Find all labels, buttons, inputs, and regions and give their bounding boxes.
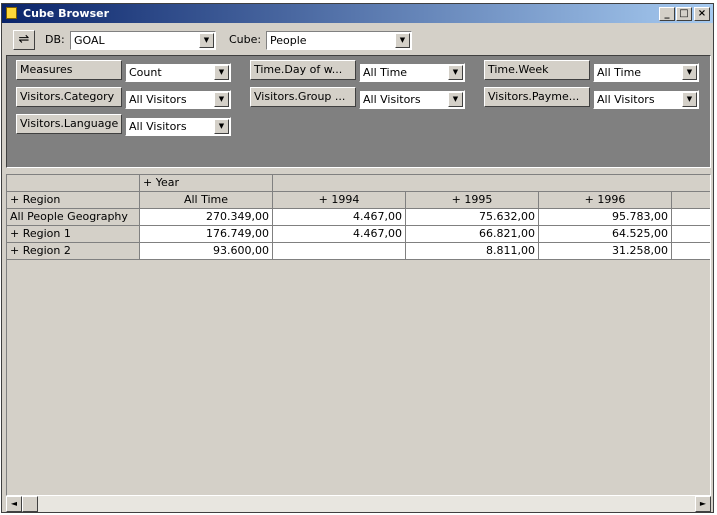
pivot-grid: + Year + Region All Time + 1994 + 1995 +… xyxy=(6,174,711,496)
filter-select-time-day-of-week[interactable]: All Time ▼ xyxy=(359,63,465,82)
chevron-down-icon[interactable]: ▼ xyxy=(448,92,463,107)
table-cell[interactable]: 4.467,00 xyxy=(273,209,406,226)
table-cell[interactable]: 8.811,00 xyxy=(406,243,539,260)
chevron-down-icon[interactable]: ▼ xyxy=(199,33,214,48)
scrollbar-thumb[interactable] xyxy=(22,496,38,512)
filter-value: All Visitors xyxy=(129,93,187,106)
table-cell[interactable]: 31.258,00 xyxy=(539,243,672,260)
corner-cell xyxy=(7,175,140,192)
window-title: Cube Browser xyxy=(23,7,110,20)
db-select[interactable]: GOAL ▼ xyxy=(70,31,216,50)
row-dimension-region[interactable]: + Region xyxy=(7,192,140,209)
chevron-down-icon[interactable]: ▼ xyxy=(448,65,463,80)
filter-select-visitors-category[interactable]: All Visitors ▼ xyxy=(125,90,231,109)
db-select-value: GOAL xyxy=(74,34,105,47)
title-bar[interactable]: Cube Browser _ □ × xyxy=(2,4,713,23)
table-cell[interactable]: 176.749,00 xyxy=(140,226,273,243)
table-cell[interactable]: 64.525,00 xyxy=(539,226,672,243)
close-button[interactable]: × xyxy=(694,7,710,21)
chevron-down-icon[interactable]: ▼ xyxy=(214,65,229,80)
chevron-down-icon[interactable]: ▼ xyxy=(682,92,697,107)
scroll-right-icon[interactable]: ► xyxy=(695,496,711,512)
filter-value: All Visitors xyxy=(129,120,187,133)
row-header-region-2[interactable]: + Region 2 xyxy=(7,243,140,260)
filter-dimension-time-week[interactable]: Time.Week xyxy=(484,60,590,80)
filter-value: All Visitors xyxy=(597,93,655,106)
column-dimension-year[interactable]: + Year xyxy=(140,175,273,192)
connect-button[interactable]: ⇌ xyxy=(13,30,35,50)
db-label: DB: xyxy=(45,33,65,46)
table-cell-overflow xyxy=(672,243,710,260)
filter-dimension-visitors-payment[interactable]: Visitors.Payme... xyxy=(484,87,590,107)
filter-select-visitors-payment[interactable]: All Visitors ▼ xyxy=(593,90,699,109)
table-cell-overflow xyxy=(672,209,710,226)
table-cell[interactable]: 270.349,00 xyxy=(140,209,273,226)
table-cell[interactable]: 93.600,00 xyxy=(140,243,273,260)
table-cell[interactable]: 95.783,00 xyxy=(539,209,672,226)
column-header-all-time[interactable]: All Time xyxy=(140,192,273,209)
cube-browser-window: Cube Browser _ □ × ⇌ DB: GOAL ▼ Cube: Pe… xyxy=(1,3,714,513)
scroll-left-icon[interactable]: ◄ xyxy=(6,496,22,512)
filter-select-measures[interactable]: Count ▼ xyxy=(125,63,231,82)
cube-app-icon xyxy=(6,7,17,19)
filter-value: Count xyxy=(129,66,162,79)
toolbar: ⇌ DB: GOAL ▼ Cube: People ▼ xyxy=(2,26,713,54)
table-cell[interactable]: 4.467,00 xyxy=(273,226,406,243)
horizontal-scrollbar[interactable]: ◄ ► xyxy=(6,496,711,512)
cube-label: Cube: xyxy=(229,33,262,46)
filter-dimension-time-day-of-week[interactable]: Time.Day of w... xyxy=(250,60,356,80)
column-header-spacer xyxy=(273,175,710,192)
minimize-button[interactable]: _ xyxy=(659,7,675,21)
chevron-down-icon[interactable]: ▼ xyxy=(682,65,697,80)
filter-dimension-visitors-category[interactable]: Visitors.Category xyxy=(16,87,122,107)
table-cell[interactable]: 66.821,00 xyxy=(406,226,539,243)
filter-panel: Measures Count ▼ Time.Day of w... All Ti… xyxy=(6,55,711,168)
filter-dimension-visitors-language[interactable]: Visitors.Language xyxy=(16,114,122,134)
table-cell[interactable]: 75.632,00 xyxy=(406,209,539,226)
maximize-button[interactable]: □ xyxy=(676,7,692,21)
column-header-overflow xyxy=(672,192,710,209)
column-header-1996[interactable]: + 1996 xyxy=(539,192,672,209)
chevron-down-icon[interactable]: ▼ xyxy=(214,92,229,107)
filter-value: All Visitors xyxy=(363,93,421,106)
filter-select-visitors-group[interactable]: All Visitors ▼ xyxy=(359,90,465,109)
filter-select-visitors-language[interactable]: All Visitors ▼ xyxy=(125,117,231,136)
connect-icon: ⇌ xyxy=(18,32,30,47)
row-header-all-people-geography[interactable]: All People Geography xyxy=(7,209,140,226)
column-header-1995[interactable]: + 1995 xyxy=(406,192,539,209)
cube-select-value: People xyxy=(270,34,307,47)
chevron-down-icon[interactable]: ▼ xyxy=(214,119,229,134)
filter-dimension-visitors-group[interactable]: Visitors.Group ... xyxy=(250,87,356,107)
column-header-1994[interactable]: + 1994 xyxy=(273,192,406,209)
filter-select-time-week[interactable]: All Time ▼ xyxy=(593,63,699,82)
table-cell[interactable] xyxy=(273,243,406,260)
chevron-down-icon[interactable]: ▼ xyxy=(395,33,410,48)
filter-value: All Time xyxy=(363,66,408,79)
table-cell-overflow xyxy=(672,226,710,243)
filter-dimension-measures[interactable]: Measures xyxy=(16,60,122,80)
cube-select[interactable]: People ▼ xyxy=(266,31,412,50)
filter-value: All Time xyxy=(597,66,642,79)
row-header-region-1[interactable]: + Region 1 xyxy=(7,226,140,243)
